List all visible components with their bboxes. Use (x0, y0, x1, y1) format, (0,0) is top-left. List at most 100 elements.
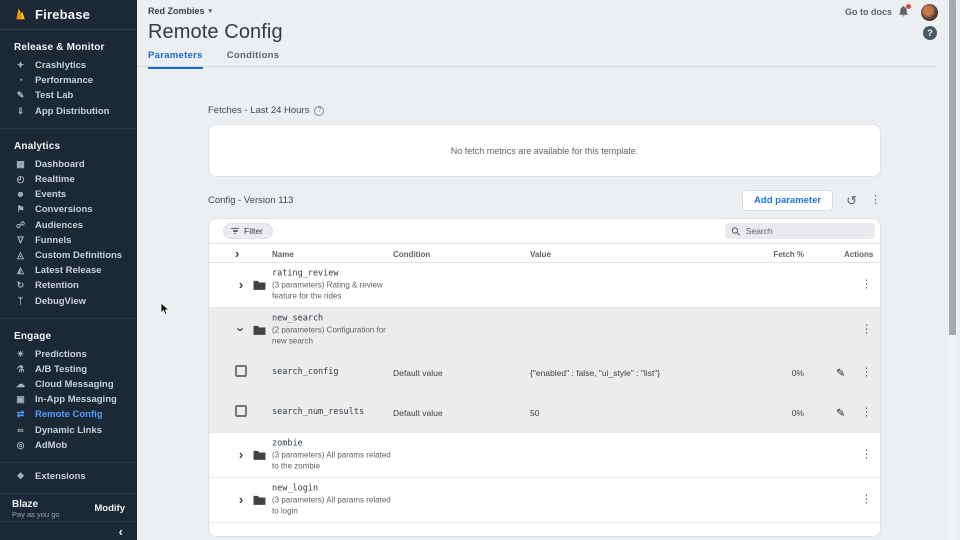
sidebar-item-label: AdMob (35, 440, 67, 451)
row-checkbox[interactable] (235, 405, 247, 417)
sidebar-item-audiences[interactable]: ☍ Audiences (0, 218, 137, 233)
sidebar-item-a-b-testing[interactable]: ⚗ A/B Testing (0, 362, 137, 377)
search-input[interactable] (746, 226, 869, 236)
notifications-bell-icon[interactable] (897, 4, 911, 19)
fetches-card: No fetch metrics are available for this … (208, 124, 881, 177)
sidebar-nav: Release & Monitor ✦ Crashlytics ◔ Perfor… (0, 30, 137, 494)
sidebar-item-app-distribution[interactable]: ⇓ App Distribution (0, 104, 137, 119)
plan-row: Blaze Pay as you go Modify (0, 494, 137, 522)
row-expand-icon[interactable] (239, 448, 243, 461)
plan-modify-button[interactable]: Modify (94, 503, 125, 514)
in-app-messaging-icon: ▣ (14, 395, 27, 404)
sidebar-item-performance[interactable]: ◔ Performance (0, 73, 137, 88)
sidebar-item-debugview[interactable]: ᛉ DebugView (0, 293, 137, 308)
row-overflow-menu-icon[interactable] (861, 367, 872, 378)
row-overflow-menu-icon[interactable] (861, 407, 872, 418)
table-row-group[interactable]: new_login (3 parameters) All params rela… (209, 478, 880, 523)
sidebar-item-events[interactable]: ☻ Events (0, 187, 137, 202)
cloud-messaging-icon: ☁ (14, 380, 27, 389)
plan-name: Blaze (12, 499, 60, 510)
table-row-group[interactable]: rating_review (3 parameters) Rating & re… (209, 263, 880, 308)
sidebar-item-conversions[interactable]: ⚑ Conversions (0, 202, 137, 217)
sidebar-section-items: ✦ Crashlytics ◔ Performance ✎ Test Lab ⇓… (0, 58, 137, 119)
sidebar-item-test-lab[interactable]: ✎ Test Lab (0, 88, 137, 103)
sidebar-item-realtime[interactable]: ◴ Realtime (0, 172, 137, 187)
custom-definitions-icon: ◬ (14, 251, 27, 260)
table-row-group[interactable]: new_search (2 parameters) Configuration … (209, 308, 880, 353)
add-parameter-button[interactable]: Add parameter (742, 190, 833, 211)
sidebar-item-extensions[interactable]: ❖ Extensions (0, 469, 137, 484)
collapse-sidebar-icon[interactable]: ‹ (119, 525, 123, 538)
sidebar-item-label: Events (35, 189, 66, 200)
remote-config-icon: ⇄ (14, 410, 27, 419)
row-expand-icon[interactable] (235, 327, 248, 331)
column-header-actions: Actions (844, 250, 873, 259)
sidebar-item-label: Extensions (35, 471, 86, 482)
row-overflow-menu-icon[interactable] (861, 450, 872, 461)
edit-pencil-icon[interactable] (836, 406, 845, 419)
parameter-name: search_num_results (272, 407, 394, 417)
table-header-row: Name Condition Value Fetch % Actions (209, 243, 880, 263)
sidebar-item-remote-config[interactable]: ⇄ Remote Config (0, 407, 137, 422)
row-checkbox[interactable] (235, 365, 247, 377)
scrollbar-thumb[interactable] (949, 0, 956, 335)
chevron-down-icon (209, 7, 213, 15)
admob-icon: ◎ (14, 441, 27, 450)
sidebar-item-cloud-messaging[interactable]: ☁ Cloud Messaging (0, 377, 137, 392)
sidebar-item-retention[interactable]: ↻ Retention (0, 278, 137, 293)
sidebar-item-in-app-messaging[interactable]: ▣ In-App Messaging (0, 392, 137, 407)
fetches-empty-message: No fetch metrics are available for this … (451, 146, 639, 156)
audiences-icon: ☍ (14, 221, 27, 230)
help-circle-icon[interactable] (314, 106, 324, 116)
header-divider (137, 66, 936, 67)
filter-button[interactable]: Filter (223, 223, 273, 239)
sidebar-item-label: Predictions (35, 349, 87, 360)
sidebar-item-label: Custom Definitions (35, 250, 122, 261)
dynamic-links-icon: ∞ (14, 426, 27, 435)
sidebar-item-funnels[interactable]: ∇ Funnels (0, 233, 137, 248)
go-to-docs-link[interactable]: Go to docs (845, 7, 892, 17)
sidebar-item-dashboard[interactable]: ▦ Dashboard (0, 157, 137, 172)
sidebar-item-label: Retention (35, 280, 79, 291)
sidebar-item-label: A/B Testing (35, 364, 87, 375)
row-expand-icon[interactable] (239, 493, 243, 506)
avatar[interactable] (921, 4, 938, 21)
help-button[interactable]: ? (923, 26, 937, 40)
table-body: rating_review (3 parameters) Rating & re… (209, 263, 880, 523)
table-row-group[interactable]: zombie (3 parameters) All params related… (209, 433, 880, 478)
parameter-condition: Default value (393, 408, 443, 418)
row-overflow-menu-icon[interactable] (861, 325, 872, 336)
sidebar-section-items: ✴ Predictions ⚗ A/B Testing ☁ Cloud Mess… (0, 347, 137, 453)
group-description: (3 parameters) All params related to log… (272, 496, 394, 517)
test-lab-icon: ✎ (14, 91, 27, 100)
group-description: (3 parameters) All params related to the… (272, 451, 394, 472)
table-row-parameter[interactable]: search_config Default value {"enabled" :… (209, 353, 880, 393)
row-expand-icon[interactable] (239, 278, 243, 291)
sidebar-item-dynamic-links[interactable]: ∞ Dynamic Links (0, 423, 137, 438)
table-toolbar: Filter (209, 219, 880, 243)
firebase-logo[interactable]: Firebase (0, 0, 137, 30)
sidebar-item-latest-release[interactable]: ◭ Latest Release (0, 263, 137, 278)
group-name: new_login (272, 484, 394, 494)
sidebar-item-custom-definitions[interactable]: ◬ Custom Definitions (0, 248, 137, 263)
main-area: Red Zombies Go to docs ? Remote Config P… (137, 0, 948, 540)
sidebar-section: Analytics ▦ Dashboard ◴ Realtime ☻ Event… (0, 129, 137, 319)
expand-all-icon[interactable] (235, 247, 239, 260)
sidebar-item-admob[interactable]: ◎ AdMob (0, 438, 137, 453)
parameter-value: {"enabled" : false, "ui_style" : "list"} (530, 368, 730, 378)
project-name: Red Zombies (148, 6, 205, 16)
edit-pencil-icon[interactable] (836, 366, 845, 379)
sidebar-item-predictions[interactable]: ✴ Predictions (0, 347, 137, 362)
version-history-icon[interactable] (846, 194, 857, 207)
config-overflow-menu-icon[interactable] (870, 195, 881, 206)
predictions-icon: ✴ (14, 350, 27, 359)
sidebar-item-label: Conversions (35, 204, 93, 215)
table-row-parameter[interactable]: search_num_results Default value 50 0% (209, 393, 880, 433)
row-overflow-menu-icon[interactable] (861, 495, 872, 506)
crashlytics-icon: ✦ (14, 61, 27, 70)
sidebar-section-label: Engage (0, 325, 137, 347)
sidebar-item-label: Funnels (35, 235, 71, 246)
sidebar-item-crashlytics[interactable]: ✦ Crashlytics (0, 58, 137, 73)
project-selector[interactable]: Red Zombies (148, 6, 212, 16)
row-overflow-menu-icon[interactable] (861, 280, 872, 291)
